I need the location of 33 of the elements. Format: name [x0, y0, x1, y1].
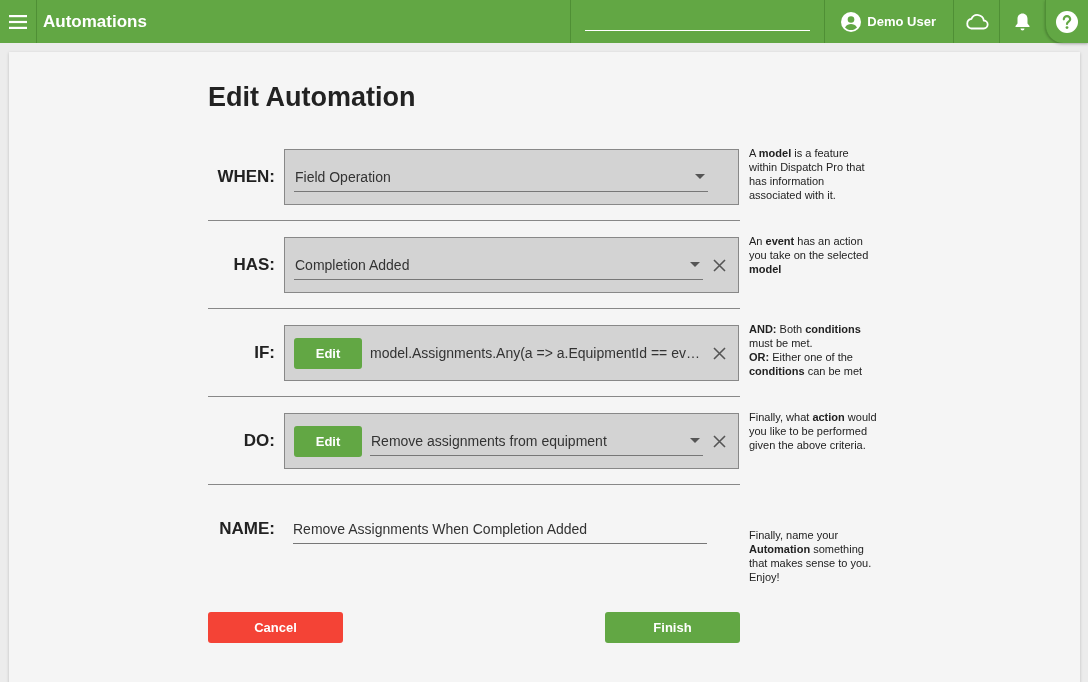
help-text: A model is a feature within Dispatch Pro that has information associated with it.	[749, 146, 866, 202]
dropdown-caret-icon[interactable]	[695, 174, 705, 179]
help-icon[interactable]	[1056, 10, 1078, 33]
clear-icon[interactable]	[713, 258, 726, 272]
help-text: Finally, name your Automation something that makes sense to you. Enjoy!	[749, 528, 873, 584]
name-field[interactable]: Remove Assignments When Completion Added	[293, 514, 707, 544]
app-title: Automations	[42, 10, 148, 33]
user-avatar-icon	[841, 11, 862, 32]
menu-icon[interactable]	[9, 14, 27, 29]
page-title: Edit Automation	[208, 81, 417, 114]
edit-button[interactable]: Edit	[294, 337, 362, 369]
row-label: IF:	[253, 343, 276, 363]
dropdown[interactable]: Field Operation	[294, 162, 708, 192]
dropdown-caret-icon[interactable]	[690, 262, 700, 267]
dropdown[interactable]: Remove assignments from equipment	[370, 426, 703, 456]
row-label: HAS:	[232, 255, 276, 275]
clear-icon[interactable]	[713, 434, 726, 448]
condition-text: model.Assignments.Any(a => a.EquipmentId == ev…	[370, 345, 701, 361]
row-label: DO:	[242, 431, 276, 451]
cancel-button[interactable]: Cancel	[208, 612, 343, 643]
help-text: An event has an action you take on the selected model	[749, 234, 870, 276]
dropdown-caret-icon[interactable]	[690, 438, 700, 443]
row-label: WHEN:	[216, 167, 276, 187]
cloud-icon[interactable]	[964, 13, 989, 30]
help-text: AND: Both conditions must be met. OR: Either one of the conditions can be met	[749, 322, 864, 378]
edit-button[interactable]: Edit	[294, 425, 362, 457]
clear-icon[interactable]	[713, 346, 726, 360]
bell-icon[interactable]	[1014, 11, 1031, 32]
dropdown[interactable]: Completion Added	[294, 250, 703, 280]
help-text: Finally, what action would you like to be performed given the above criteria.	[749, 410, 877, 452]
finish-button[interactable]: Finish	[605, 612, 740, 643]
user-menu[interactable]: Demo User	[824, 0, 953, 43]
row-label: NAME:	[218, 519, 276, 539]
